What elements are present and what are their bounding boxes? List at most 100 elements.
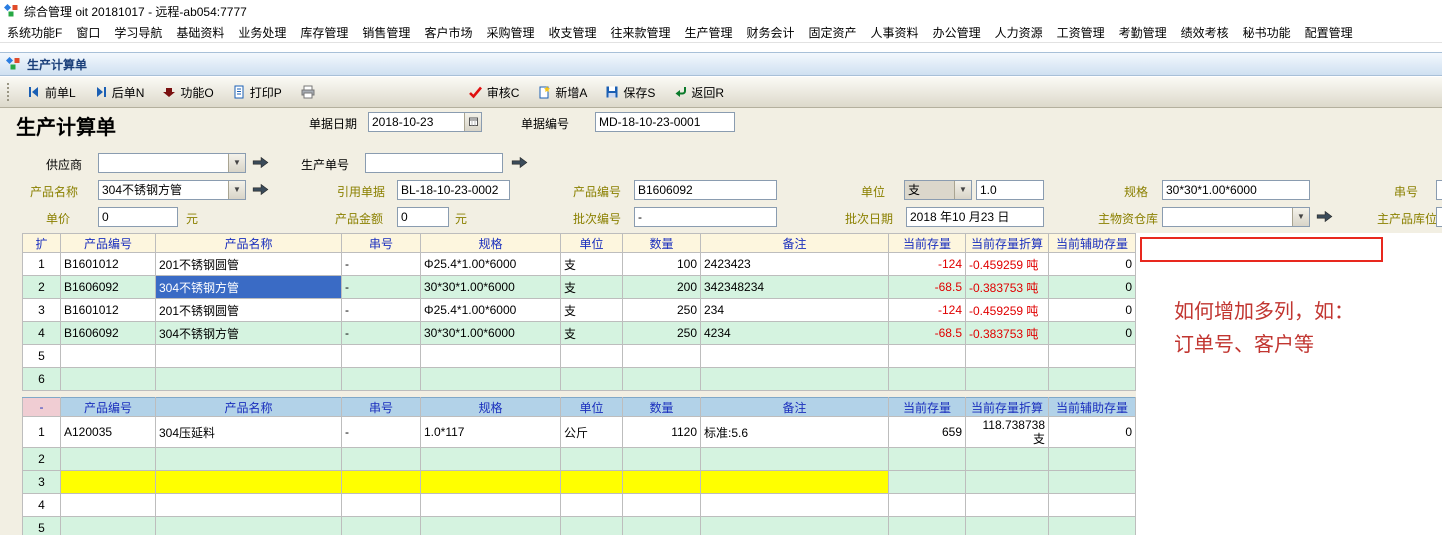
supplier-lookup-icon[interactable] bbox=[252, 156, 269, 169]
row-number[interactable]: 3 bbox=[23, 471, 61, 494]
header-product-name[interactable]: 产品名称 bbox=[156, 398, 342, 417]
row-number[interactable]: 4 bbox=[23, 494, 61, 517]
cell-aux-stock[interactable]: 0 bbox=[1049, 276, 1136, 299]
print-button[interactable]: 打印P bbox=[223, 80, 291, 105]
cell-aux-stock[interactable] bbox=[1049, 471, 1136, 494]
menu-office[interactable]: 办公管理 bbox=[926, 22, 988, 43]
cell-unit[interactable] bbox=[561, 494, 623, 517]
cell-unit[interactable]: 支 bbox=[561, 299, 623, 322]
menu-salary[interactable]: 工资管理 bbox=[1050, 22, 1112, 43]
header-serial[interactable]: 串号 bbox=[342, 234, 421, 253]
menu-attendance[interactable]: 考勤管理 bbox=[1112, 22, 1174, 43]
header-stock-conv[interactable]: 当前存量折算 bbox=[966, 398, 1049, 417]
cell-spec[interactable] bbox=[421, 494, 561, 517]
menu-sales[interactable]: 销售管理 bbox=[355, 22, 417, 43]
cell-note[interactable] bbox=[701, 471, 889, 494]
cell-stock[interactable] bbox=[889, 345, 966, 368]
cell-stock[interactable]: -124 bbox=[889, 253, 966, 276]
cell-product-code[interactable] bbox=[61, 448, 156, 471]
cell-qty[interactable] bbox=[623, 471, 701, 494]
cell-serial[interactable] bbox=[342, 345, 421, 368]
cell-spec[interactable]: Φ25.4*1.00*6000 bbox=[421, 253, 561, 276]
cell-product-code[interactable] bbox=[61, 494, 156, 517]
cell-unit[interactable]: 支 bbox=[561, 276, 623, 299]
cell-stock[interactable]: -68.5 bbox=[889, 276, 966, 299]
supplier-select[interactable]: ▼ bbox=[98, 153, 246, 173]
header-stock[interactable]: 当前存量 bbox=[889, 234, 966, 253]
row-number[interactable]: 5 bbox=[23, 345, 61, 368]
cell-aux-stock[interactable] bbox=[1049, 494, 1136, 517]
production-no-input[interactable] bbox=[365, 153, 503, 173]
cell-stock-conv[interactable] bbox=[966, 345, 1049, 368]
menu-inventory[interactable]: 库存管理 bbox=[293, 22, 355, 43]
cell-product-name[interactable] bbox=[156, 471, 342, 494]
cell-unit[interactable] bbox=[561, 517, 623, 535]
spec-input[interactable]: 30*30*1.00*6000 bbox=[1162, 180, 1310, 200]
header-stock[interactable]: 当前存量 bbox=[889, 398, 966, 417]
cell-note[interactable] bbox=[701, 494, 889, 517]
header-serial[interactable]: 串号 bbox=[342, 398, 421, 417]
cell-stock-conv[interactable] bbox=[966, 517, 1049, 535]
cell-aux-stock[interactable] bbox=[1049, 345, 1136, 368]
menu-learning-nav[interactable]: 学习导航 bbox=[107, 22, 169, 43]
cell-aux-stock[interactable]: 0 bbox=[1049, 322, 1136, 345]
cell-note[interactable] bbox=[701, 345, 889, 368]
header-spec[interactable]: 规格 bbox=[421, 234, 561, 253]
cell-serial[interactable] bbox=[342, 368, 421, 391]
serial-input[interactable] bbox=[1436, 180, 1442, 200]
toolbar-drag-handle[interactable] bbox=[7, 83, 10, 101]
function-button[interactable]: 功能O bbox=[153, 80, 222, 105]
cell-serial[interactable] bbox=[342, 471, 421, 494]
return-button[interactable]: 返回R bbox=[664, 80, 733, 105]
header-product-code[interactable]: 产品编号 bbox=[61, 398, 156, 417]
header-collapse[interactable]: - bbox=[23, 398, 61, 417]
cell-spec[interactable]: 1.0*117 bbox=[421, 417, 561, 448]
cell-note[interactable]: 342348234 bbox=[701, 276, 889, 299]
cell-product-code[interactable]: B1601012 bbox=[61, 253, 156, 276]
cell-spec[interactable] bbox=[421, 517, 561, 535]
cell-spec[interactable]: 30*30*1.00*6000 bbox=[421, 322, 561, 345]
cell-stock[interactable]: -68.5 bbox=[889, 322, 966, 345]
save-button[interactable]: 保存S bbox=[596, 80, 664, 105]
menu-fixed-assets[interactable]: 固定资产 bbox=[802, 22, 864, 43]
product-code-input[interactable]: B1606092 bbox=[634, 180, 777, 200]
cell-stock[interactable] bbox=[889, 368, 966, 391]
cell-stock-conv[interactable]: 118.738738 支 bbox=[966, 417, 1049, 448]
cell-product-code[interactable]: A120035 bbox=[61, 417, 156, 448]
cell-product-code[interactable] bbox=[61, 345, 156, 368]
row-number[interactable]: 5 bbox=[23, 517, 61, 535]
row-number[interactable]: 1 bbox=[23, 253, 61, 276]
cell-aux-stock[interactable]: 0 bbox=[1049, 299, 1136, 322]
cell-stock-conv[interactable]: -0.459259 吨 bbox=[966, 299, 1049, 322]
cell-product-code[interactable]: B1601012 bbox=[61, 299, 156, 322]
cell-aux-stock[interactable]: 0 bbox=[1049, 417, 1136, 448]
cell-stock-conv[interactable] bbox=[966, 471, 1049, 494]
cell-product-name[interactable]: 304压延料 bbox=[156, 417, 342, 448]
header-product-name[interactable]: 产品名称 bbox=[156, 234, 342, 253]
cell-product-name[interactable]: 201不锈钢圆管 bbox=[156, 299, 342, 322]
cell-unit[interactable] bbox=[561, 345, 623, 368]
header-spec[interactable]: 规格 bbox=[421, 398, 561, 417]
cell-qty[interactable] bbox=[623, 517, 701, 535]
menu-production[interactable]: 生产管理 bbox=[678, 22, 740, 43]
cell-stock[interactable]: 659 bbox=[889, 417, 966, 448]
cell-qty[interactable]: 1120 bbox=[623, 417, 701, 448]
header-aux-stock[interactable]: 当前辅助存量 bbox=[1049, 234, 1136, 253]
warehouse-select[interactable]: ▼ bbox=[1162, 207, 1310, 227]
cell-qty[interactable] bbox=[623, 448, 701, 471]
cell-unit[interactable]: 支 bbox=[561, 253, 623, 276]
menu-hr[interactable]: 人力资源 bbox=[988, 22, 1050, 43]
cell-product-code[interactable] bbox=[61, 471, 156, 494]
menu-personnel[interactable]: 人事资料 bbox=[864, 22, 926, 43]
row-number[interactable]: 2 bbox=[23, 448, 61, 471]
cell-product-name[interactable] bbox=[156, 517, 342, 535]
price-input[interactable]: 0 bbox=[98, 207, 178, 227]
cell-spec[interactable] bbox=[421, 368, 561, 391]
cell-stock[interactable] bbox=[889, 448, 966, 471]
cell-product-name[interactable] bbox=[156, 494, 342, 517]
cell-spec[interactable] bbox=[421, 471, 561, 494]
cell-aux-stock[interactable]: 0 bbox=[1049, 253, 1136, 276]
menu-income-expense[interactable]: 收支管理 bbox=[541, 22, 603, 43]
product-name-select[interactable]: 304不锈钢方管 ▼ bbox=[98, 180, 246, 200]
prev-bill-button[interactable]: 前单L bbox=[18, 80, 85, 105]
